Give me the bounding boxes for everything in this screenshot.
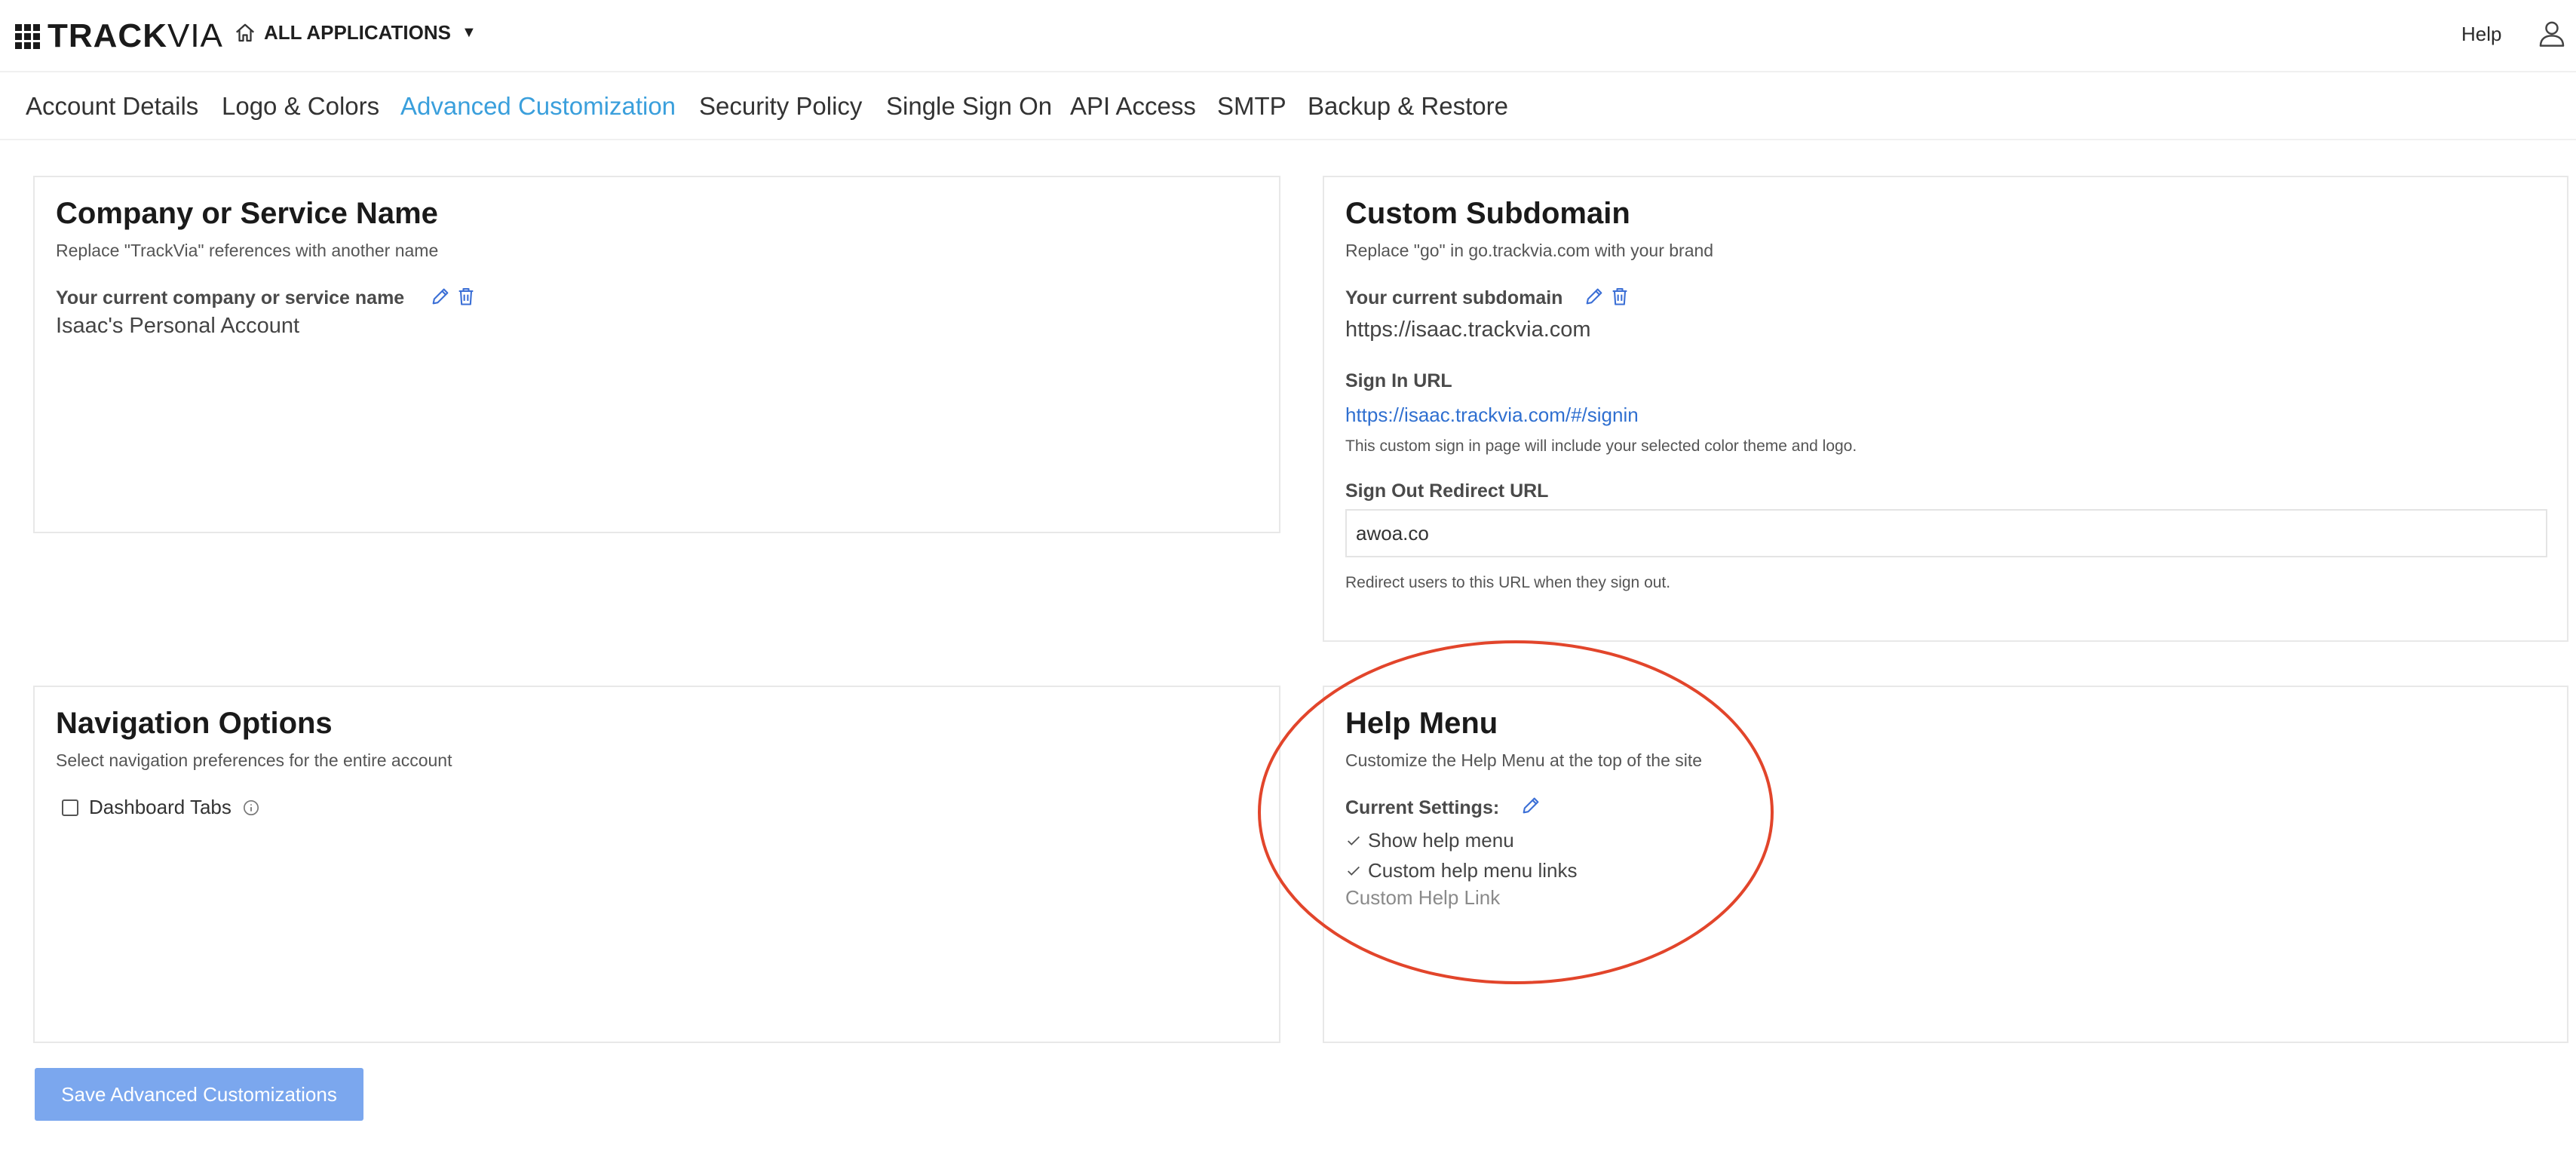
edit-pencil-icon[interactable] bbox=[430, 286, 451, 307]
setting-label: Custom help menu links bbox=[1368, 859, 1578, 882]
tab-smtp[interactable]: SMTP bbox=[1217, 92, 1286, 121]
signout-url-note: Redirect users to this URL when they sig… bbox=[1345, 574, 1671, 591]
tab-api-access[interactable]: API Access bbox=[1070, 92, 1196, 121]
tab-logo-colors[interactable]: Logo & Colors bbox=[222, 92, 379, 121]
all-applications-label: ALL APPLICATIONS bbox=[264, 21, 451, 44]
dashboard-tabs-checkbox[interactable] bbox=[62, 799, 78, 816]
tab-account-details[interactable]: Account Details bbox=[26, 92, 198, 121]
home-icon bbox=[236, 23, 254, 41]
card-subtitle: Select navigation preferences for the en… bbox=[56, 750, 452, 770]
tab-single-sign-on[interactable]: Single Sign On bbox=[886, 92, 1052, 121]
card-subtitle: Replace "go" in go.trackvia.com with you… bbox=[1345, 241, 1714, 260]
tab-advanced-customization[interactable]: Advanced Customization bbox=[400, 92, 676, 121]
company-name-card: Company or Service Name Replace "TrackVi… bbox=[33, 176, 1280, 533]
navigation-options-card: Navigation Options Select navigation pre… bbox=[33, 686, 1280, 1043]
user-icon[interactable] bbox=[2537, 18, 2567, 48]
setting-label: Show help menu bbox=[1368, 829, 1514, 852]
custom-help-link-text: Custom Help Link bbox=[1345, 886, 1501, 909]
logo-text: TRACKVIA bbox=[48, 17, 223, 54]
signout-url-label: Sign Out Redirect URL bbox=[1345, 480, 1549, 502]
edit-pencil-icon[interactable] bbox=[1520, 795, 1541, 816]
subdomain-label: Your current subdomain bbox=[1345, 287, 1563, 308]
settings-tabs: Account Details Logo & Colors Advanced C… bbox=[0, 74, 2576, 140]
company-name-value: Isaac's Personal Account bbox=[56, 314, 300, 338]
tab-backup-restore[interactable]: Backup & Restore bbox=[1308, 92, 1508, 121]
help-menu-card: Help Menu Customize the Help Menu at the… bbox=[1323, 686, 2568, 1043]
checkmark-icon bbox=[1348, 866, 1360, 876]
signin-url-link[interactable]: https://isaac.trackvia.com/#/signin bbox=[1345, 404, 1639, 427]
custom-subdomain-card: Custom Subdomain Replace "go" in go.trac… bbox=[1323, 176, 2568, 642]
edit-pencil-icon[interactable] bbox=[1584, 286, 1605, 307]
info-icon[interactable] bbox=[243, 799, 259, 816]
setting-custom-help-links: Custom help menu links bbox=[1345, 859, 1577, 882]
checkmark-icon bbox=[1348, 836, 1360, 845]
signin-url-label: Sign In URL bbox=[1345, 370, 1452, 391]
save-advanced-customizations-button[interactable]: Save Advanced Customizations bbox=[35, 1068, 363, 1121]
setting-show-help-menu: Show help menu bbox=[1345, 829, 1514, 852]
card-subtitle: Customize the Help Menu at the top of th… bbox=[1345, 750, 1703, 770]
signout-redirect-input[interactable] bbox=[1345, 509, 2547, 557]
caret-down-icon: ▼ bbox=[461, 24, 477, 41]
top-header: TRACKVIA ALL APPLICATIONS ▼ Help bbox=[0, 0, 2576, 72]
card-title: Help Menu bbox=[1345, 707, 1498, 740]
trackvia-logo[interactable]: TRACKVIA bbox=[15, 20, 223, 53]
subdomain-value: https://isaac.trackvia.com bbox=[1345, 318, 1591, 342]
delete-trash-icon[interactable] bbox=[1609, 286, 1630, 307]
delete-trash-icon[interactable] bbox=[455, 286, 477, 307]
dashboard-tabs-label: Dashboard Tabs bbox=[89, 796, 232, 818]
all-applications-menu[interactable]: ALL APPLICATIONS ▼ bbox=[234, 21, 477, 44]
logo-grid-icon bbox=[15, 23, 40, 49]
tab-security-policy[interactable]: Security Policy bbox=[699, 92, 862, 121]
help-link[interactable]: Help bbox=[2461, 23, 2501, 46]
card-subtitle: Replace "TrackVia" references with anoth… bbox=[56, 241, 439, 260]
current-settings-label: Current Settings: bbox=[1345, 797, 1500, 818]
card-title: Company or Service Name bbox=[56, 197, 438, 230]
company-name-label: Your current company or service name bbox=[56, 287, 405, 308]
card-title: Custom Subdomain bbox=[1345, 197, 1630, 230]
card-title: Navigation Options bbox=[56, 707, 333, 740]
signin-url-note: This custom sign in page will include yo… bbox=[1345, 437, 1857, 455]
